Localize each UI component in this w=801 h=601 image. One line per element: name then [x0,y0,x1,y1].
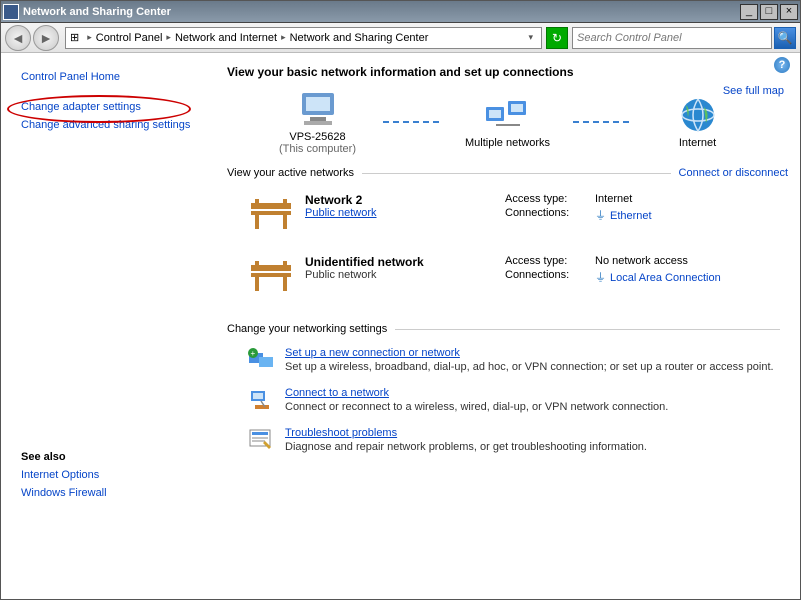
network-item: Network 2 Public network Access type: In… [227,187,788,249]
action-title[interactable]: Troubleshoot problems [285,427,397,439]
divider [362,173,671,174]
action-desc: Diagnose and repair network problems, or… [285,441,647,453]
connection-link[interactable]: Ethernet [610,210,652,222]
address-bar[interactable]: ⊞ ▸ Control Panel ▸ Network and Internet… [65,27,542,49]
connect-network-icon [247,387,275,411]
close-button[interactable]: × [780,4,798,20]
windows-firewall-link[interactable]: Windows Firewall [21,487,211,499]
see-also-header: See also [21,451,211,463]
active-networks-header: View your active networks Connect or dis… [227,167,788,179]
settings-header: Change your networking settings [227,323,788,335]
control-panel-home-link[interactable]: Control Panel Home [21,71,211,83]
breadcrumb-seg[interactable]: Network and Internet [175,32,277,44]
window-title: Network and Sharing Center [23,6,738,18]
connection-line [573,121,633,123]
network-name: Unidentified network [305,255,505,269]
chevron-icon: ▸ [87,32,92,43]
action-desc: Set up a wireless, broadband, dial-up, a… [285,361,774,373]
multiple-networks-icon [484,95,532,135]
access-type-value: No network access [595,255,688,267]
app-icon [3,4,19,20]
dropdown-icon[interactable]: ▾ [528,32,533,43]
section-label: View your active networks [227,167,354,179]
setup-connection-icon: + [247,347,275,371]
map-computer-name: VPS-25628 [263,131,373,143]
bench-icon [247,193,295,233]
maximize-button[interactable]: □ [760,4,778,20]
plug-icon: ⏚ [595,210,606,222]
map-internet: Internet [643,95,753,149]
minimize-button[interactable]: _ [740,4,758,20]
title-bar: Network and Sharing Center _ □ × [1,1,800,23]
map-multiple-networks: Multiple networks [453,95,563,149]
search-placeholder: Search Control Panel [577,32,682,44]
main-panel: ? View your basic network information an… [221,53,800,601]
search-input[interactable]: Search Control Panel [572,27,772,49]
network-item: Unidentified network Public network Acce… [227,249,788,311]
globe-icon [674,95,722,135]
toolbar: ◄ ► ⊞ ▸ Control Panel ▸ Network and Inte… [1,23,800,53]
connect-disconnect-link[interactable]: Connect or disconnect [679,167,788,179]
action-connect-network[interactable]: Connect to a network Connect or reconnec… [227,383,788,423]
action-troubleshoot[interactable]: Troubleshoot problems Diagnose and repai… [227,423,788,463]
refresh-button[interactable]: ↻ [546,27,568,49]
action-setup-connection[interactable]: + Set up a new connection or network Set… [227,343,788,383]
map-this-computer: VPS-25628 (This computer) [263,89,373,155]
breadcrumb-icon: ⊞ [70,31,79,44]
connections-label: Connections: [505,269,595,285]
map-computer-sub: (This computer) [263,143,373,155]
forward-button[interactable]: ► [33,25,59,51]
section-label: Change your networking settings [227,323,387,335]
highlight-oval: Change adapter settings [21,101,211,113]
connection-line [383,121,443,123]
bench-icon [247,255,295,295]
divider [395,329,780,330]
network-map: See full map VPS-25628 (This computer) M… [227,89,788,155]
sidebar: Control Panel Home Change adapter settin… [1,53,221,601]
see-full-map-link[interactable]: See full map [723,85,784,97]
change-adapter-settings-link[interactable]: Change adapter settings [21,101,211,113]
breadcrumb-seg[interactable]: Control Panel [96,32,163,44]
map-internet-name: Internet [643,137,753,149]
network-type-label: Public network [305,269,377,281]
chevron-icon: ▸ [281,32,286,43]
network-name: Network 2 [305,193,505,207]
connection-link[interactable]: Local Area Connection [610,272,721,284]
computer-icon [294,89,342,129]
action-title[interactable]: Set up a new connection or network [285,347,460,359]
access-type-label: Access type: [505,193,595,205]
plug-icon: ⏚ [595,272,606,284]
page-heading: View your basic network information and … [227,65,788,79]
action-title[interactable]: Connect to a network [285,387,389,399]
help-icon[interactable]: ? [774,57,790,73]
internet-options-link[interactable]: Internet Options [21,469,211,481]
access-type-value: Internet [595,193,632,205]
troubleshoot-icon [247,427,275,451]
search-button[interactable]: 🔍 [774,27,796,49]
connections-label: Connections: [505,207,595,223]
svg-text:+: + [251,349,256,358]
network-type-link[interactable]: Public network [305,207,377,219]
back-button[interactable]: ◄ [5,25,31,51]
action-desc: Connect or reconnect to a wireless, wire… [285,401,668,413]
chevron-icon: ▸ [166,32,171,43]
breadcrumb-seg[interactable]: Network and Sharing Center [290,32,429,44]
access-type-label: Access type: [505,255,595,267]
map-mid-name: Multiple networks [453,137,563,149]
